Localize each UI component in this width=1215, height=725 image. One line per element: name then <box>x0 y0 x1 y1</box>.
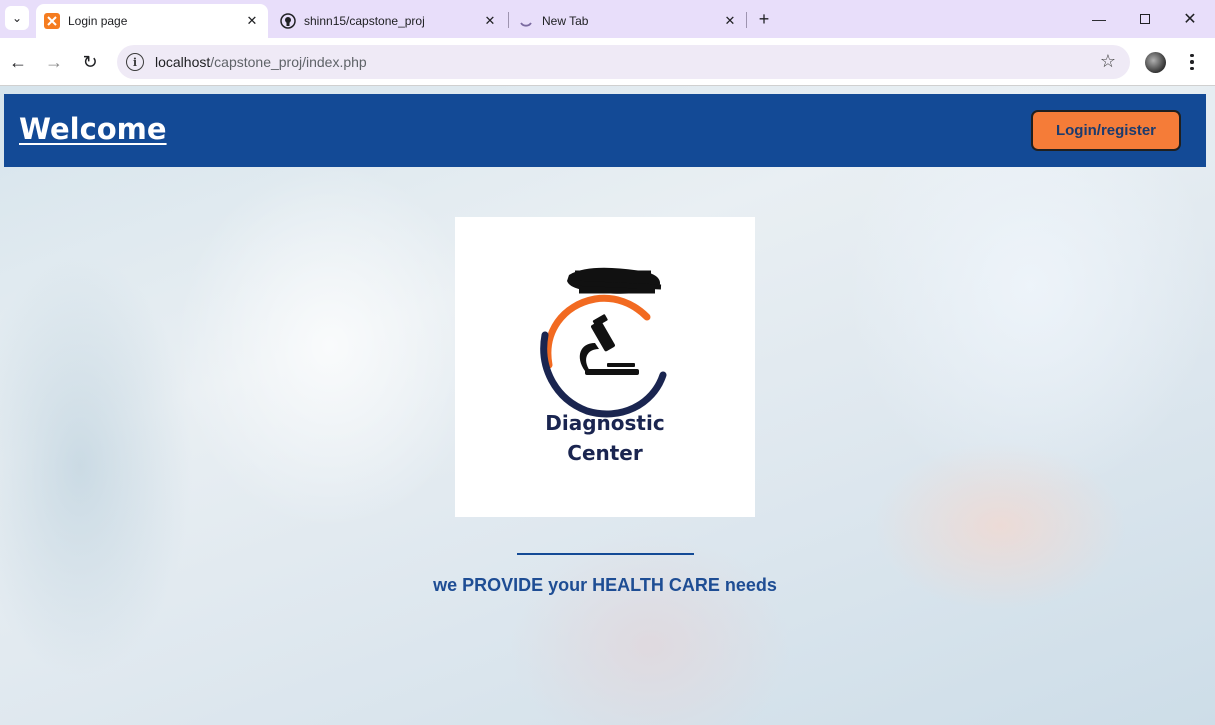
logo-text-line1: Diagnostic <box>545 411 665 435</box>
diagnostic-center-logo: Diagnostic Center <box>455 217 755 517</box>
close-tab-icon[interactable]: ✕ <box>480 11 500 31</box>
tab-strip: ⌄ Login page ✕ shinn15/capstone_proj ✕ N… <box>0 0 1215 38</box>
tab-login-page[interactable]: Login page ✕ <box>36 4 268 38</box>
browser-toolbar: ← → ↻ i localhost/capstone_proj/index.ph… <box>0 38 1215 86</box>
logo-text-line2: Center <box>567 441 643 465</box>
close-icon: ✕ <box>1183 11 1197 28</box>
tagline: we PROVIDE your HEALTH CARE needs <box>433 575 777 595</box>
maximize-icon <box>1140 14 1150 24</box>
back-button[interactable]: ← <box>4 48 32 76</box>
tab-title: Login page <box>68 14 128 28</box>
url-host: localhost <box>155 54 211 70</box>
site-header: Welcome Login/register <box>4 94 1206 167</box>
loading-spinner-icon <box>518 13 534 29</box>
xampp-icon <box>44 13 60 29</box>
tab-search-button[interactable]: ⌄ <box>5 6 29 30</box>
minimize-icon: — <box>1092 11 1106 27</box>
maximize-button[interactable] <box>1122 0 1168 38</box>
new-tab-button[interactable]: + <box>752 7 776 31</box>
reload-icon: ↻ <box>82 51 98 72</box>
close-tab-icon[interactable]: ✕ <box>242 11 262 31</box>
close-tab-icon[interactable]: ✕ <box>720 11 740 31</box>
close-window-button[interactable]: ✕ <box>1167 0 1213 38</box>
forward-button[interactable]: → <box>40 48 68 76</box>
tab-new-tab[interactable]: New Tab ✕ <box>510 4 746 38</box>
reload-button[interactable]: ↻ <box>76 48 104 76</box>
url-text[interactable]: localhost/capstone_proj/index.php <box>155 54 367 70</box>
page-title: Welcome <box>19 112 167 146</box>
page-viewport: Welcome Login/register Diagnostic Center… <box>0 86 1215 725</box>
arrow-right-icon: → <box>45 51 63 72</box>
bookmark-star-icon[interactable]: ☆ <box>1100 51 1116 72</box>
tab-github[interactable]: shinn15/capstone_proj ✕ <box>272 4 506 38</box>
profile-avatar[interactable] <box>1145 52 1166 73</box>
minimize-button[interactable]: — <box>1076 0 1122 38</box>
browser-menu-button[interactable] <box>1182 50 1202 74</box>
login-register-button[interactable]: Login/register <box>1031 110 1181 151</box>
microscope-icon <box>579 314 639 375</box>
tab-separator <box>746 12 747 28</box>
address-bar[interactable]: i localhost/capstone_proj/index.php ☆ <box>117 45 1130 79</box>
logo-graphic <box>540 267 667 418</box>
divider-line <box>517 553 694 555</box>
arrow-left-icon: ← <box>9 51 27 72</box>
tab-title: New Tab <box>542 14 589 28</box>
tab-separator <box>508 12 509 28</box>
url-path: /capstone_proj/index.php <box>210 54 367 70</box>
site-info-icon[interactable]: i <box>126 53 144 71</box>
tab-title: shinn15/capstone_proj <box>304 14 425 28</box>
github-icon <box>280 13 296 29</box>
chevron-down-icon: ⌄ <box>11 11 23 25</box>
plus-icon: + <box>758 8 770 29</box>
